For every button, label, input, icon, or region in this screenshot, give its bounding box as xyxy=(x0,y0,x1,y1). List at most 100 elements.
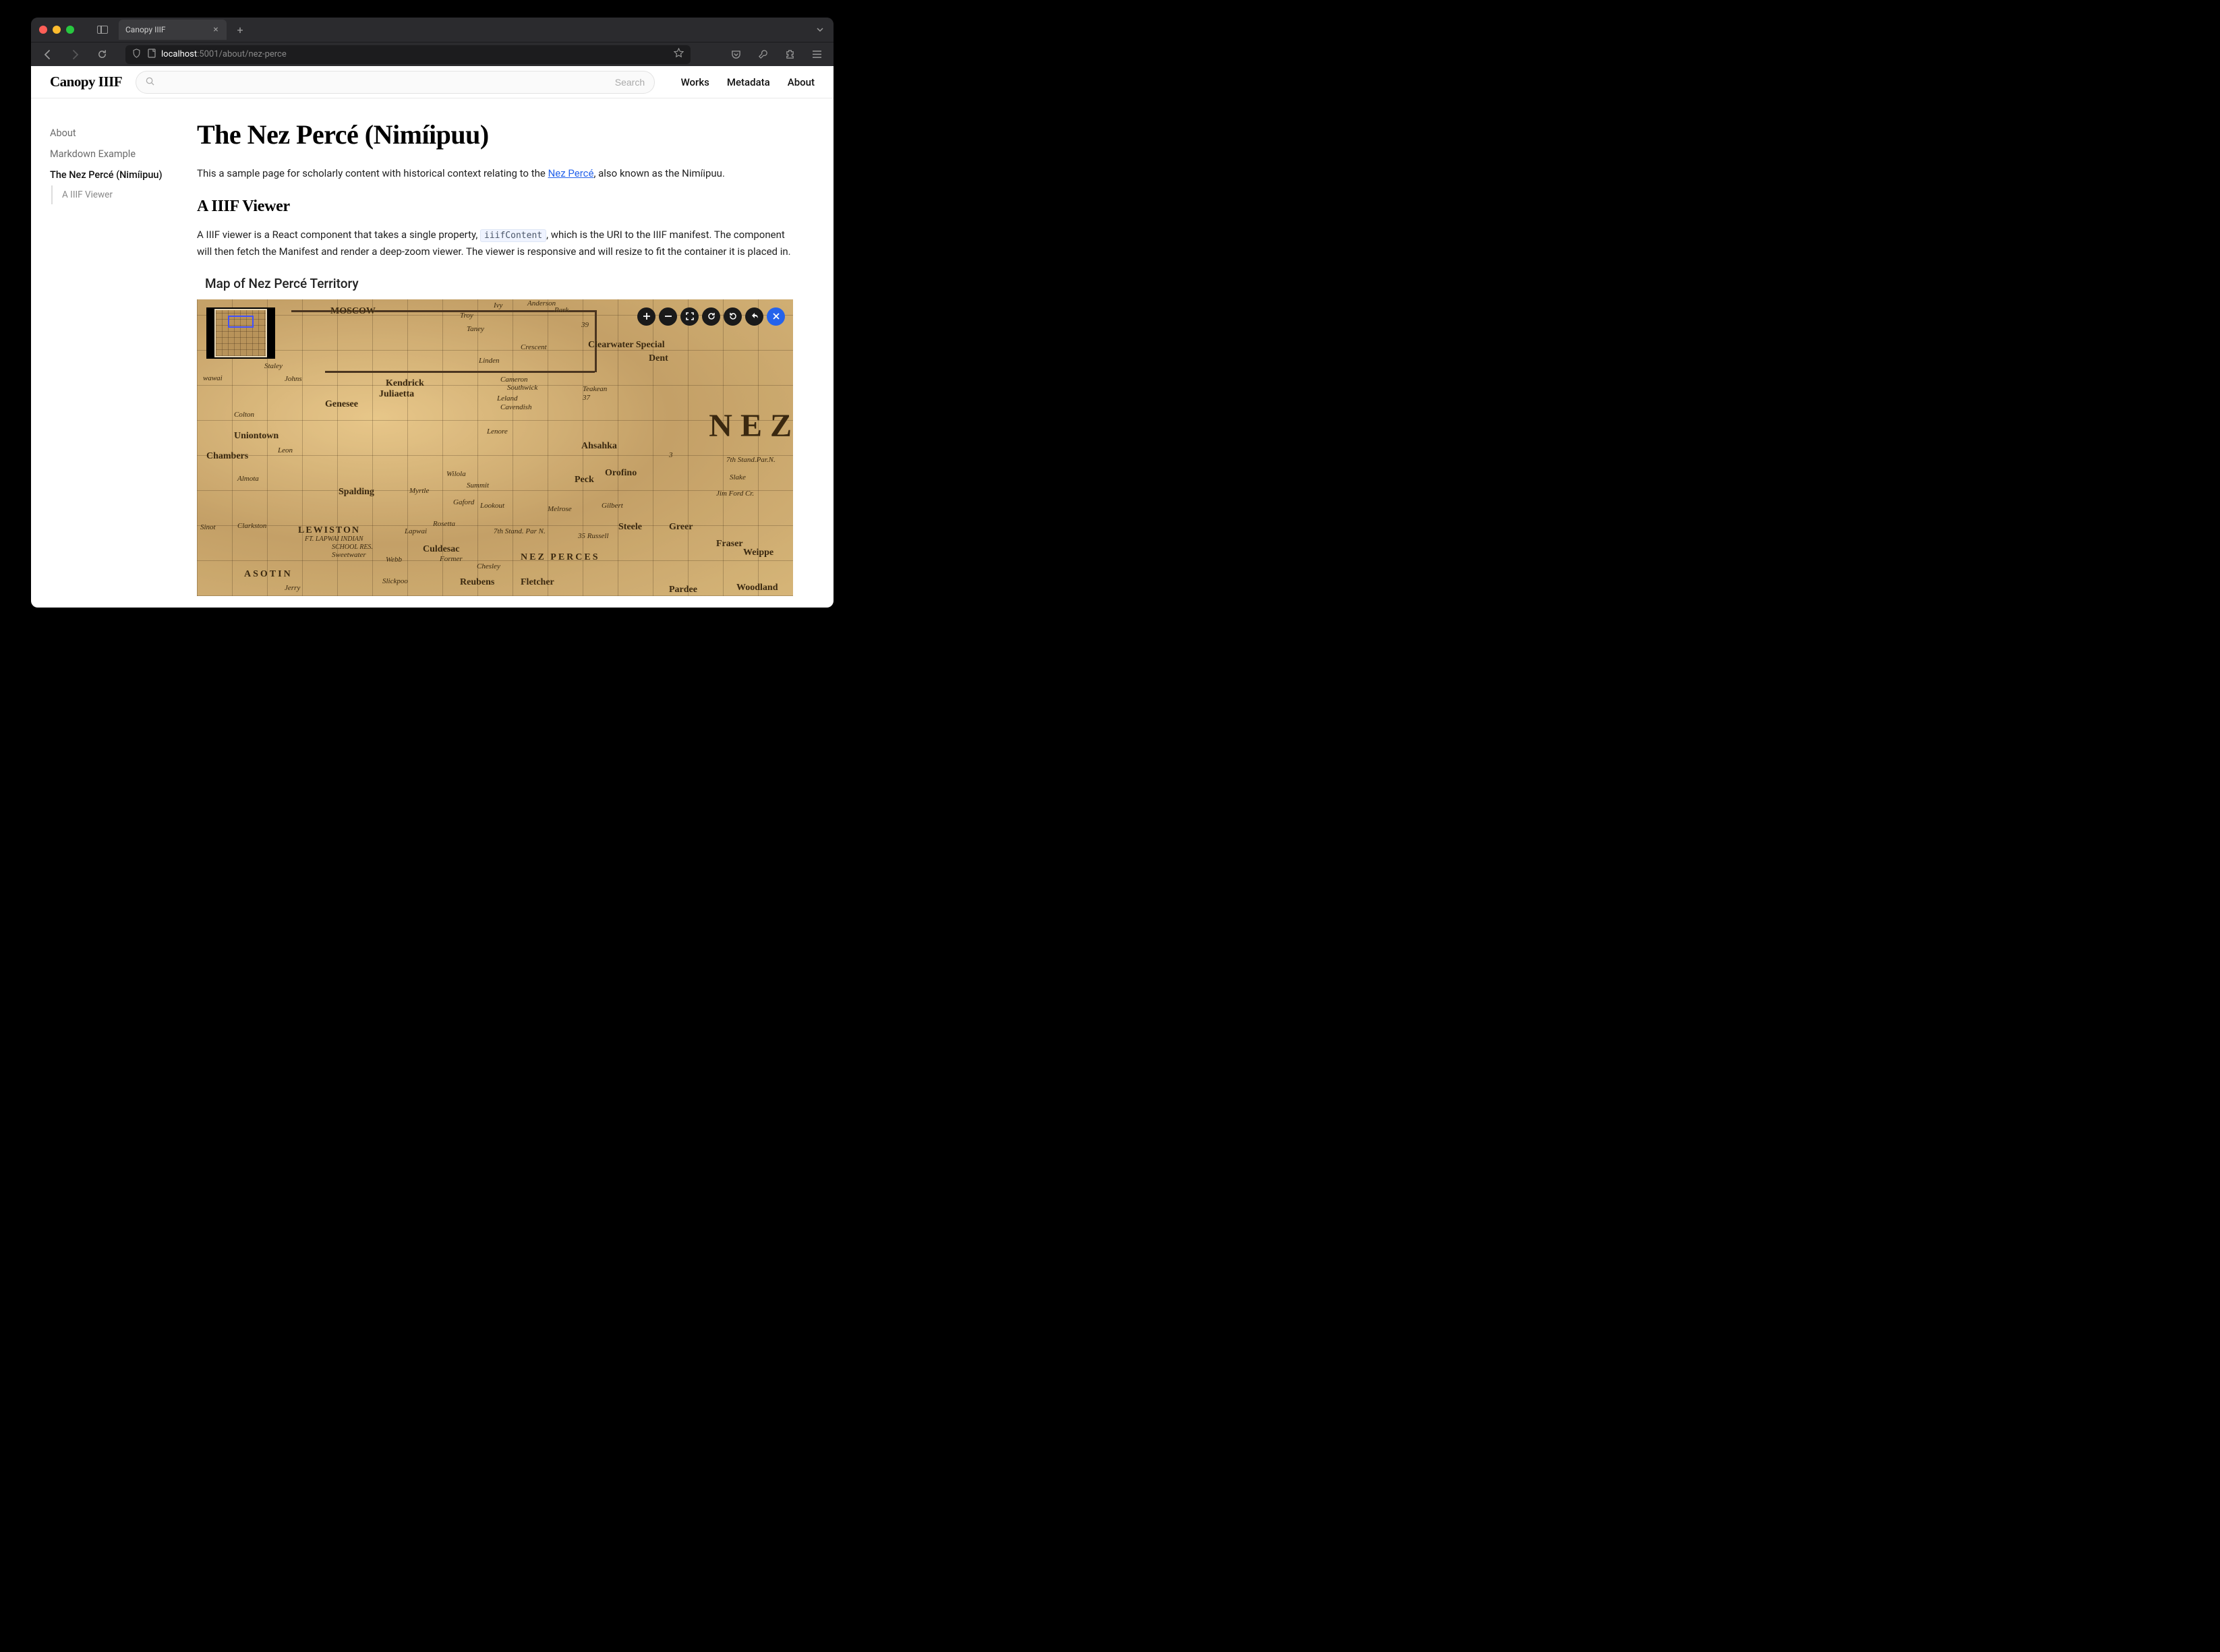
nez-perce-link[interactable]: Nez Percé xyxy=(548,167,594,179)
chevron-down-icon[interactable] xyxy=(815,24,825,35)
search-input[interactable] xyxy=(160,77,645,88)
map-label: Sinot xyxy=(200,523,216,531)
url-path: /about/nez-perce xyxy=(219,49,287,59)
map-label: Park xyxy=(554,306,568,314)
intro-post: , also known as the Nimíipuu. xyxy=(593,167,724,179)
map-label: 7th Stand.Par.N. xyxy=(726,456,776,464)
zoom-in-button[interactable] xyxy=(637,307,655,326)
map-label: Woodland xyxy=(736,583,778,593)
map-label: Slake xyxy=(730,473,746,481)
sidebar-toggle-icon[interactable] xyxy=(97,26,108,34)
viewer-controls xyxy=(637,307,785,326)
close-window-button[interactable] xyxy=(39,26,47,34)
zoom-out-button[interactable] xyxy=(659,307,677,326)
map-label: Teakean xyxy=(583,385,607,393)
reload-button[interactable] xyxy=(93,46,111,63)
map-label: Orofino xyxy=(605,468,637,479)
map-label: 39 xyxy=(581,321,589,329)
minimap-viewport-rect[interactable] xyxy=(228,316,254,328)
nav-about[interactable]: About xyxy=(788,76,815,88)
page-title: The Nez Percé (Nimíipuu) xyxy=(197,119,793,150)
map-label: Crescent xyxy=(521,343,547,351)
extensions-icon[interactable] xyxy=(781,46,798,63)
map-label: Almota xyxy=(237,475,259,483)
map-label: LEWISTON xyxy=(298,525,360,536)
browser-tab[interactable]: Canopy IIIF × xyxy=(119,20,227,40)
map-label: Sweetwater xyxy=(332,551,366,559)
forward-button[interactable] xyxy=(66,46,84,63)
map-label: Lapwai xyxy=(405,527,427,535)
map-label: Linden xyxy=(479,357,500,365)
map-label: Weippe xyxy=(743,548,773,558)
map-label: Rosetta xyxy=(433,520,455,528)
url-port: :5001 xyxy=(197,49,218,59)
shield-icon xyxy=(132,49,141,61)
minimap[interactable] xyxy=(206,307,275,359)
close-tab-icon[interactable]: × xyxy=(212,26,220,34)
map-label: Uniontown xyxy=(234,431,279,442)
bookmark-icon[interactable] xyxy=(674,48,684,61)
rotate-right-button[interactable] xyxy=(702,307,720,326)
rotate-left-button[interactable] xyxy=(724,307,742,326)
viewer-paragraph: A IIIF viewer is a React component that … xyxy=(197,227,793,260)
sidebar-item-markdown[interactable]: Markdown Example xyxy=(50,144,186,165)
fullscreen-button[interactable] xyxy=(680,307,699,326)
map-label: Chesley xyxy=(477,562,500,570)
intro-paragraph: This a sample page for scholarly content… xyxy=(197,165,793,181)
sidebar-item-nez-perce[interactable]: The Nez Percé (Nimíipuu) xyxy=(50,165,186,185)
tabs: Canopy IIIF × + xyxy=(119,20,247,40)
map-label: Reubens xyxy=(460,577,494,588)
map-label: Slickpoo xyxy=(382,577,408,585)
minimize-window-button[interactable] xyxy=(53,26,61,34)
map-label: Juliaetta xyxy=(379,389,414,400)
menu-icon[interactable] xyxy=(808,46,825,63)
map-label: Troy xyxy=(460,312,473,320)
nav-metadata[interactable]: Metadata xyxy=(727,76,770,88)
nav-works[interactable]: Works xyxy=(681,76,709,88)
map-label: Cavendish xyxy=(500,403,531,411)
map-label: Ivy xyxy=(494,301,502,309)
viewer-para-pre: A IIIF viewer is a React component that … xyxy=(197,229,480,241)
maximize-window-button[interactable] xyxy=(66,26,74,34)
map-label: 37 xyxy=(583,394,590,402)
map-label: Genesee xyxy=(325,399,358,410)
map-label: Gilbert xyxy=(602,502,623,510)
address-bar[interactable]: localhost:5001/about/nez-perce xyxy=(125,45,691,64)
map-label: Fletcher xyxy=(521,577,554,588)
map-label: Johns xyxy=(285,375,302,383)
sidebar-item-about[interactable]: About xyxy=(50,123,186,144)
map-label: 35 Russell xyxy=(578,532,609,540)
map-label: Fraser xyxy=(716,539,743,550)
map-label: Culdesac xyxy=(423,544,459,555)
page-sidebar: About Markdown Example The Nez Percé (Ni… xyxy=(31,98,186,608)
reset-button[interactable] xyxy=(745,307,763,326)
devtools-icon[interactable] xyxy=(754,46,771,63)
sidebar-subitem-viewer[interactable]: A IIIF Viewer xyxy=(51,185,186,204)
map-label: Spalding xyxy=(339,487,374,498)
map-label: Jerry xyxy=(285,584,300,592)
map-label: Former xyxy=(440,555,463,563)
map-label: NEZ PERCES xyxy=(521,552,600,563)
map-label: Clearwater Special xyxy=(588,340,665,351)
map-label: Leland xyxy=(497,394,518,403)
search-box[interactable] xyxy=(136,71,655,94)
new-tab-button[interactable]: + xyxy=(233,23,247,36)
nav-links: Works Metadata About xyxy=(681,76,815,88)
map-label: Ahsahka xyxy=(581,441,617,452)
back-button[interactable] xyxy=(39,46,57,63)
map-label: Greer xyxy=(669,522,693,533)
browser-window: Canopy IIIF × + localhost: xyxy=(31,18,834,608)
logo[interactable]: Canopy IIIF xyxy=(50,73,122,90)
pocket-icon[interactable] xyxy=(727,46,744,63)
map-label: Jim Ford Cr. xyxy=(716,490,754,498)
map-label: MOSCOW xyxy=(330,306,376,317)
iiif-viewer[interactable]: NEZ MOSCOW Troy Ivy Anderson Park Taney … xyxy=(197,299,793,596)
close-viewer-button[interactable] xyxy=(767,307,785,326)
map-label: ASOTIN xyxy=(244,569,293,580)
page-icon xyxy=(148,49,156,61)
tab-title: Canopy IIIF xyxy=(125,25,212,34)
intro-pre: This a sample page for scholarly content… xyxy=(197,167,548,179)
traffic-lights xyxy=(39,26,74,34)
map-label: Kendrick xyxy=(386,378,424,389)
map-label: Southwick xyxy=(507,384,537,392)
